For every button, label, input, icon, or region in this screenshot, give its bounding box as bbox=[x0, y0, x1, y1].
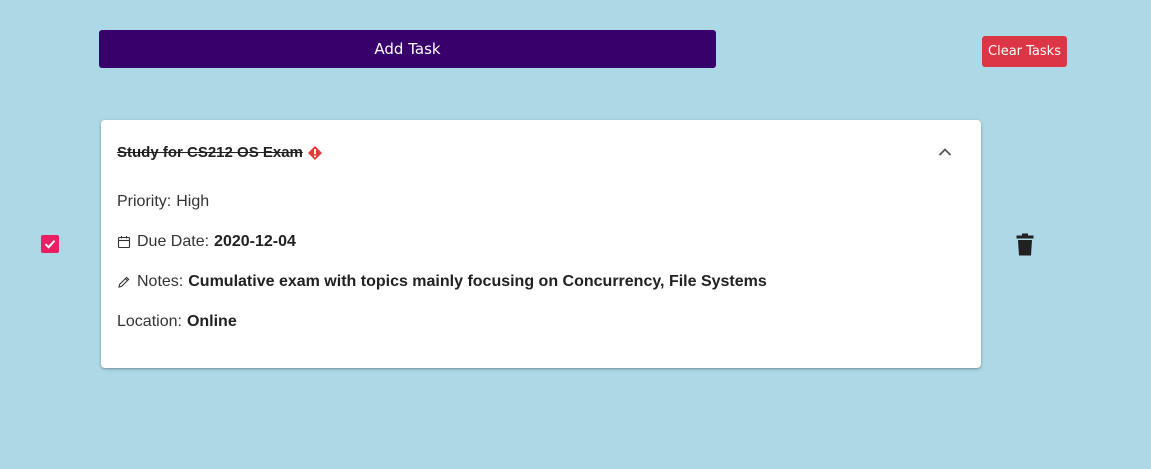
task-completed-checkbox[interactable] bbox=[41, 235, 59, 253]
location-row: Location: Online bbox=[117, 313, 237, 331]
clear-tasks-button[interactable]: Clear Tasks bbox=[982, 36, 1067, 67]
chevron-up-icon[interactable] bbox=[937, 144, 953, 160]
alert-diamond-icon bbox=[307, 145, 323, 161]
trash-icon bbox=[1016, 233, 1034, 255]
priority-value: High bbox=[176, 193, 210, 210]
add-task-button[interactable]: Add Task bbox=[99, 30, 716, 68]
notes-label: Notes: bbox=[137, 273, 184, 290]
priority-row: Priority: High bbox=[117, 193, 209, 211]
location-value: Online bbox=[186, 313, 237, 330]
check-icon bbox=[44, 240, 56, 249]
due-date-label: Due Date: bbox=[137, 233, 210, 250]
due-date-row: Due Date: 2020-12-04 bbox=[117, 233, 296, 251]
notes-row: Notes: Cumulative exam with topics mainl… bbox=[117, 273, 767, 291]
task-card-header[interactable]: Study for CS212 OS Exam bbox=[117, 140, 965, 164]
delete-task-button[interactable] bbox=[1015, 232, 1035, 256]
priority-label: Priority: bbox=[117, 193, 172, 210]
notes-value: Cumulative exam with topics mainly focus… bbox=[188, 273, 767, 290]
pencil-icon bbox=[117, 275, 131, 289]
calendar-icon bbox=[117, 235, 131, 249]
due-date-value: 2020-12-04 bbox=[214, 233, 296, 250]
task-card: Study for CS212 OS Exam Priority: High D… bbox=[101, 120, 981, 368]
location-label: Location: bbox=[117, 313, 182, 330]
task-title: Study for CS212 OS Exam bbox=[117, 143, 303, 161]
